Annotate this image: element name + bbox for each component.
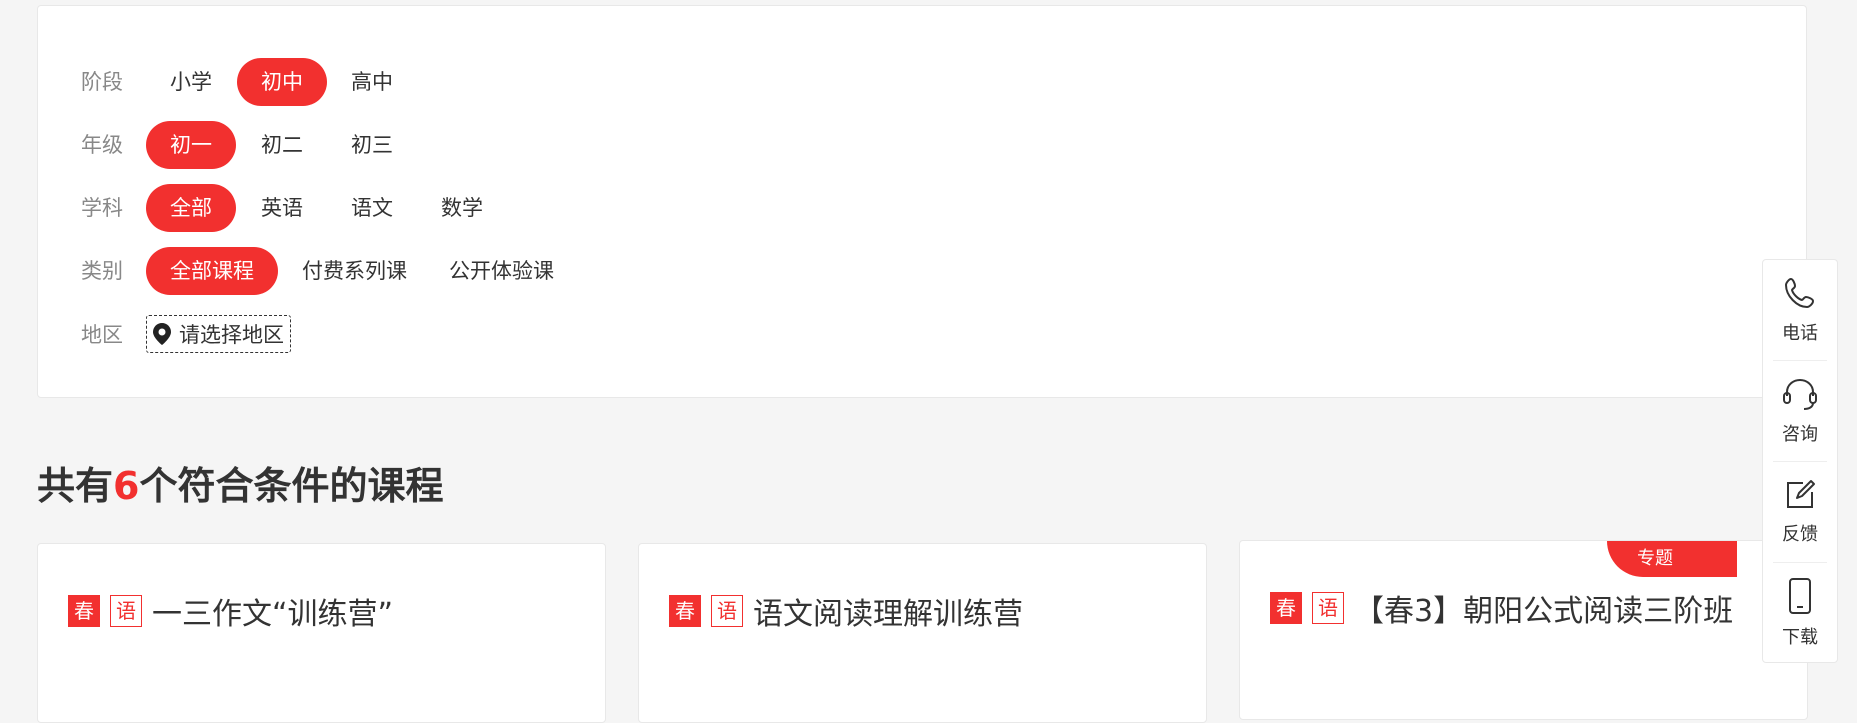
filter-panel: 阶段 小学 初中 高中 年级 初一 初二 初三 学科 全部 英语 语文 数学 类… [37, 5, 1807, 398]
sidebar-item-download[interactable]: 下载 [1769, 563, 1831, 663]
course-card[interactable]: 专题 春 语 【春3】朝阳公式阅读三阶班 [1239, 540, 1808, 720]
region-select-label: 请选择地区 [179, 323, 284, 347]
course-card[interactable]: 春 语 语文阅读理解训练营 [638, 543, 1207, 723]
filter-row-subject: 学科 全部 英语 语文 数学 [38, 184, 1806, 232]
stage-option-junior[interactable]: 初中 [237, 58, 327, 106]
course-name: 一三作文“训练营” [152, 597, 394, 632]
result-count-heading: 共有6个符合条件的课程 [37, 455, 443, 510]
subject-tag: 语 [711, 595, 743, 627]
filter-row-region: 地区 请选择地区 [38, 311, 1806, 359]
result-prefix: 共有 [37, 464, 114, 508]
edit-icon [1787, 480, 1815, 508]
sidebar-item-label: 下载 [1782, 627, 1818, 648]
sidebar-item-feedback[interactable]: 反馈 [1769, 462, 1831, 562]
stage-option-primary[interactable]: 小学 [146, 58, 236, 106]
filter-row-category: 类别 全部课程 付费系列课 公开体验课 [38, 247, 1806, 295]
sidebar-item-consult[interactable]: 咨询 [1769, 361, 1831, 461]
result-count: 6 [113, 464, 140, 508]
course-name: 语文阅读理解训练营 [753, 597, 1023, 632]
filter-row-stage: 阶段 小学 初中 高中 [38, 58, 1806, 106]
filter-label-grade: 年级 [81, 133, 123, 157]
course-corner-badge: 专题 [1607, 541, 1737, 577]
sidebar-item-phone[interactable]: 电话 [1769, 260, 1831, 360]
floating-sidebar: 电话 咨询 反馈 下载 [1762, 259, 1838, 663]
course-card[interactable]: 春 语 一三作文“训练营” [37, 543, 606, 723]
course-name: 【春3】朝阳公式阅读三阶班 [1354, 594, 1734, 629]
season-tag: 春 [669, 595, 701, 627]
course-card-title: 春 语 语文阅读理解训练营 [669, 589, 1023, 633]
filter-label-category: 类别 [81, 259, 123, 283]
stage-option-senior[interactable]: 高中 [327, 58, 417, 106]
map-pin-icon [153, 323, 171, 345]
grade-option-2[interactable]: 初二 [237, 121, 327, 169]
subject-option-math[interactable]: 数学 [417, 184, 507, 232]
result-suffix: 个符合条件的课程 [139, 464, 444, 508]
subject-tag: 语 [110, 595, 142, 627]
course-card-title: 春 语 一三作文“训练营” [68, 589, 393, 633]
subject-option-all[interactable]: 全部 [146, 184, 236, 232]
category-option-trial[interactable]: 公开体验课 [425, 247, 578, 295]
phone-icon [1785, 278, 1814, 308]
subject-tag: 语 [1312, 592, 1344, 624]
sidebar-item-label: 咨询 [1782, 424, 1818, 445]
subject-option-chinese[interactable]: 语文 [327, 184, 417, 232]
sidebar-item-label: 电话 [1782, 323, 1818, 344]
grade-option-1[interactable]: 初一 [146, 121, 236, 169]
sidebar-item-label: 反馈 [1782, 524, 1818, 545]
grade-option-3[interactable]: 初三 [327, 121, 417, 169]
season-tag: 春 [68, 595, 100, 627]
category-option-paid[interactable]: 付费系列课 [278, 247, 431, 295]
subject-option-english[interactable]: 英语 [237, 184, 327, 232]
mobile-icon [1789, 578, 1811, 614]
category-option-all[interactable]: 全部课程 [146, 247, 278, 295]
headset-icon [1783, 378, 1817, 410]
filter-row-grade: 年级 初一 初二 初三 [38, 121, 1806, 169]
course-card-title: 春 语 【春3】朝阳公式阅读三阶班 [1270, 586, 1733, 630]
filter-label-stage: 阶段 [81, 70, 123, 94]
filter-label-region: 地区 [81, 323, 123, 347]
filter-label-subject: 学科 [81, 196, 123, 220]
season-tag: 春 [1270, 592, 1302, 624]
region-select-button[interactable]: 请选择地区 [146, 315, 291, 353]
